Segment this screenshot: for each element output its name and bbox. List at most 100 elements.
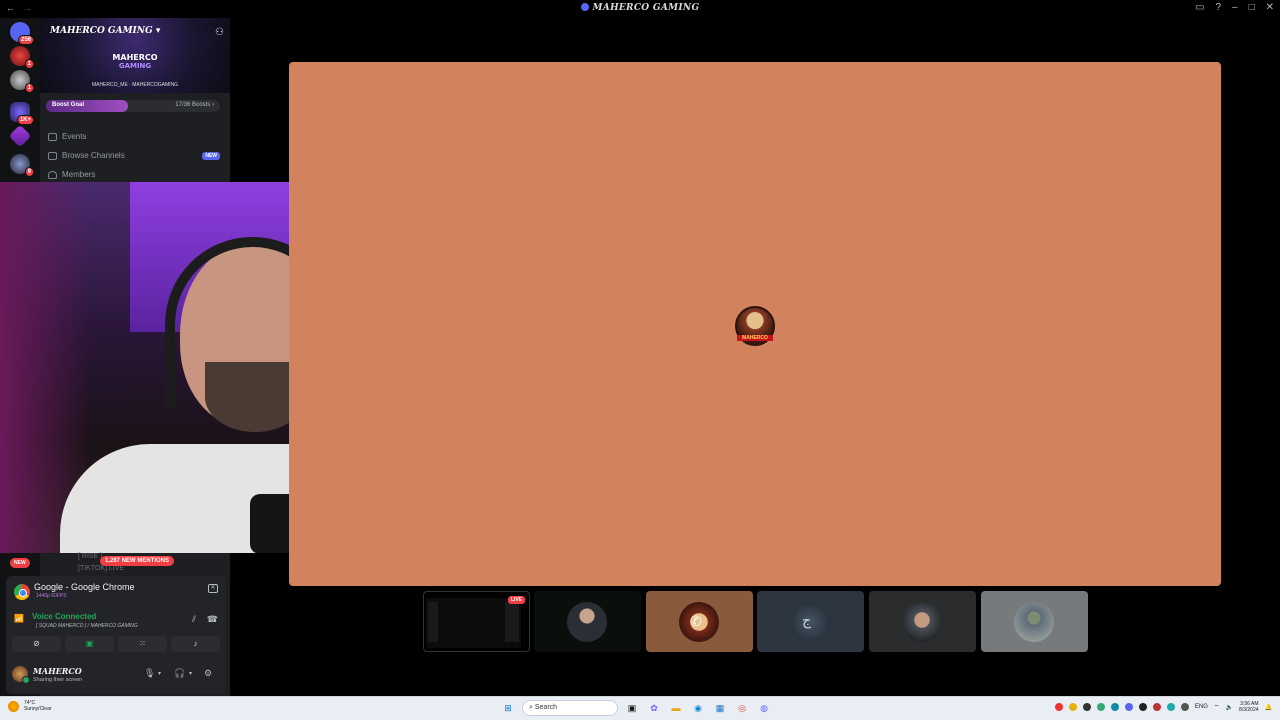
maximize-button[interactable]: □ <box>1249 2 1255 13</box>
tray-app-icon[interactable] <box>1054 703 1063 711</box>
tray-app-icon[interactable] <box>1124 703 1133 711</box>
tray-app-icon[interactable] <box>1180 703 1189 711</box>
badge: 9 <box>24 167 34 177</box>
microphone-icon[interactable]: 🎙 <box>144 668 155 679</box>
noise-suppression-icon[interactable]: ⫽ <box>192 614 196 625</box>
server-logo: MAHERCO GAMING <box>105 54 165 71</box>
tray-app-icon[interactable] <box>1096 703 1105 711</box>
badge: 1 <box>24 83 34 93</box>
minimize-button[interactable]: – <box>1232 2 1238 13</box>
browse-channels-item[interactable]: Browse Channels NEW <box>48 151 222 160</box>
tray-app-icon[interactable] <box>1068 703 1077 711</box>
username[interactable]: MAHERCO <box>33 666 82 676</box>
participant-avatar[interactable]: MAHERCO <box>735 306 775 346</box>
stream-preview[interactable]: Google - Google Chrome 1440p 60FPS ✕ <box>12 580 220 604</box>
calendar-icon <box>48 132 57 141</box>
help-icon[interactable]: ? <box>1215 2 1221 13</box>
settings-gear-icon[interactable]: ⚙ <box>204 668 212 679</box>
direct-messages-button[interactable]: 256 <box>10 22 34 45</box>
badge: 1K+ <box>16 115 34 125</box>
server-shield-icon <box>580 3 589 11</box>
activities-button[interactable]: ⁙ <box>118 636 167 652</box>
windows-start-icon[interactable]: ⊞ <box>500 700 516 716</box>
sun-icon <box>8 700 19 712</box>
voice-channel[interactable]: [ SQUAD MAHERCO ] / MAHERCO GAMING <box>36 623 138 629</box>
user-status: Sharing their screen <box>33 677 83 683</box>
stop-stream-icon[interactable]: ✕ <box>208 584 218 593</box>
server-icon[interactable]: 1 <box>10 70 34 93</box>
server-icon[interactable]: 1 <box>10 46 34 69</box>
disconnect-icon[interactable]: ☎ <box>207 614 218 625</box>
edge-icon[interactable]: ◉ <box>690 700 706 716</box>
weather-text: 74°C Sunny/Clear <box>24 700 52 712</box>
participant-tile-screen[interactable]: LIVE <box>423 591 530 652</box>
server-name[interactable]: MAHERCO GAMING ▾ <box>50 26 160 36</box>
participant-tile[interactable]: ✆ <box>646 591 753 652</box>
store-icon[interactable]: ▦ <box>712 700 728 716</box>
voice-status: Voice Connected <box>32 612 97 621</box>
headphones-icon[interactable]: 🎧 <box>174 668 185 679</box>
notification-bell-icon[interactable]: 🔔 <box>1265 704 1272 711</box>
participant-tile[interactable] <box>981 591 1088 652</box>
close-button[interactable]: ✕ <box>1266 2 1274 13</box>
members-icon <box>48 170 57 179</box>
new-pill[interactable]: NEW <box>10 558 30 568</box>
task-view-icon[interactable]: ▣ <box>624 700 640 716</box>
new-mentions-pill[interactable]: 1,287 NEW MENTIONS <box>100 556 175 566</box>
file-explorer-icon[interactable]: ▬ <box>668 700 684 716</box>
members-item[interactable]: Members <box>48 170 222 179</box>
system-tray: ENG ⌔ 🔈 3:56 AM 8/3/2024 🔔 <box>1054 701 1272 713</box>
screen-preview <box>426 598 521 648</box>
chevron-down-icon[interactable]: ▾ <box>189 670 192 677</box>
window-title-text: MAHERCO GAMING <box>592 3 700 13</box>
tray-app-icon[interactable] <box>1138 703 1147 711</box>
clock[interactable]: 3:56 AM 8/3/2024 <box>1239 701 1258 713</box>
network-icon[interactable]: ⌔ <box>1214 703 1220 711</box>
participant-tile[interactable] <box>534 591 641 652</box>
inbox-icon[interactable]: ▭ <box>1195 2 1204 13</box>
window-title: MAHERCO GAMING <box>0 3 1280 13</box>
chevron-down-icon[interactable]: ▾ <box>158 670 161 677</box>
windows-taskbar: 74°C Sunny/Clear ⊞ ⌕ Search ▣ ✿ ▬ ◉ ▦ ◎ ◍… <box>0 696 1280 720</box>
soundboard-button[interactable]: ♪ <box>171 636 220 652</box>
participant-label: MAHERCO <box>737 335 773 341</box>
server-icon[interactable]: 9 <box>10 154 34 177</box>
tray-app-icon[interactable] <box>1152 703 1161 711</box>
server-icon[interactable] <box>8 124 32 148</box>
signal-icon[interactable]: 📶 <box>14 614 24 623</box>
channel-item[interactable]: [TIKTOK] LIVE <box>78 565 124 572</box>
stage-view[interactable]: MAHERCO <box>289 62 1221 586</box>
avatar[interactable] <box>12 666 30 684</box>
stream-quality: 1440p 60FPS <box>36 593 67 599</box>
tray-app-icon[interactable] <box>1166 703 1175 711</box>
language-indicator[interactable]: ENG <box>1195 704 1208 710</box>
voice-controls: ⊘ ▣ ⁙ ♪ <box>12 636 220 652</box>
invite-people-icon[interactable]: ⚇ <box>215 27 224 38</box>
browse-channels-label: Browse Channels <box>62 151 125 160</box>
participant-tile[interactable]: ج <box>757 591 864 652</box>
discord-taskbar-icon[interactable]: ◍ <box>756 700 772 716</box>
channels-icon <box>48 151 57 160</box>
stream-title: Google - Google Chrome <box>34 582 135 592</box>
tray-app-icon[interactable] <box>1082 703 1091 711</box>
weather-widget[interactable]: 74°C Sunny/Clear <box>8 700 52 712</box>
voice-connected: 📶 Voice Connected [ SQUAD MAHERCO ] / MA… <box>12 610 220 632</box>
new-tag: NEW <box>202 151 220 160</box>
server-icon-active[interactable]: 1K+ <box>10 102 34 125</box>
banner-handles: MAHERCO_ME · MAHERCOGAMING <box>91 82 179 88</box>
taskbar-search[interactable]: ⌕ Search <box>522 700 618 716</box>
phone-icon: ✆ <box>690 613 702 629</box>
volume-icon[interactable]: 🔈 <box>1226 704 1233 711</box>
participant-avatar <box>902 602 942 642</box>
boost-goal-bar[interactable]: Boost Goal 17/36 Boosts › <box>46 100 220 112</box>
boost-goal-label: Boost Goal <box>52 102 85 108</box>
events-item[interactable]: Events <box>48 132 222 141</box>
camera-off-button[interactable]: ⊘ <box>12 636 61 652</box>
participant-tile[interactable] <box>869 591 976 652</box>
copilot-icon[interactable]: ✿ <box>646 700 662 716</box>
tray-app-icon[interactable] <box>1110 703 1119 711</box>
share-screen-button[interactable]: ▣ <box>65 636 114 652</box>
chrome-taskbar-icon[interactable]: ◎ <box>734 700 750 716</box>
voice-panel: Google - Google Chrome 1440p 60FPS ✕ 📶 V… <box>6 576 226 694</box>
calligraphy-logo: ج <box>802 613 812 629</box>
